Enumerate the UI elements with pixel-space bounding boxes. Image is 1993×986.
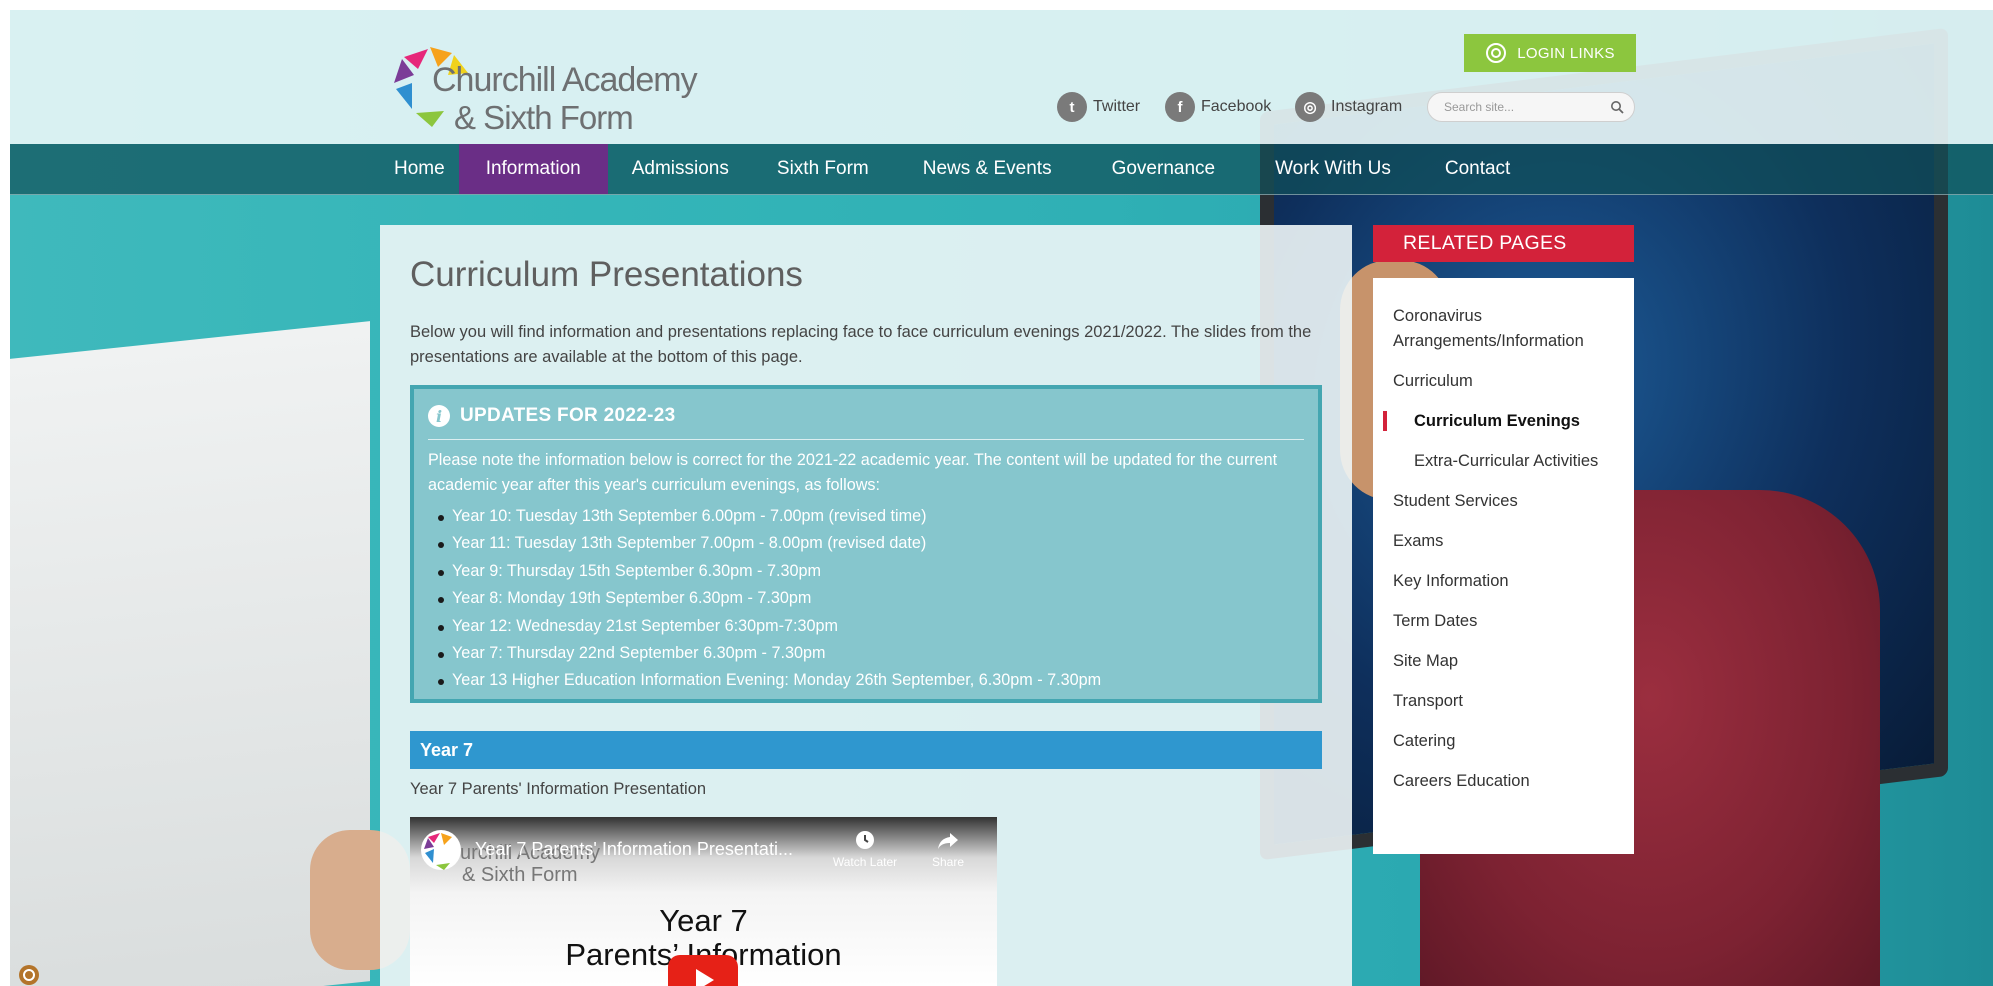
site-header: Churchill Academy & Sixth Form LOGIN LIN… <box>10 10 1993 144</box>
updates-note: Please note the information below is cor… <box>428 451 1278 494</box>
main-content: Curriculum Presentations Below you will … <box>380 225 1352 986</box>
youtube-video-embed[interactable]: urchill Academy & Sixth Form Year 7 Pare… <box>410 817 997 986</box>
sidebar-item-curriculum[interactable]: Curriculum <box>1373 369 1634 394</box>
watch-later-label: Watch Later <box>832 855 898 869</box>
nav-item-governance[interactable]: Governance <box>1082 144 1246 194</box>
list-item: Year 13 Higher Education Information Eve… <box>438 667 1304 694</box>
logo-line-1: Churchill Academy <box>432 61 698 99</box>
updates-box: i UPDATES FOR 2022-23 Please note the in… <box>410 385 1322 703</box>
channel-logo-icon[interactable] <box>420 829 462 871</box>
nav-item-work-with-us[interactable]: Work With Us <box>1245 144 1421 194</box>
nav-item-contact[interactable]: Contact <box>1421 144 1534 194</box>
list-item: Year 8: Monday 19th September 6.30pm - 7… <box>438 585 1304 612</box>
related-pages-menu: Coronavirus Arrangements/Information Cur… <box>1373 278 1634 854</box>
sidebar-item-site-map[interactable]: Site Map <box>1373 649 1634 674</box>
nav-item-sixth-form[interactable]: Sixth Form <box>753 144 893 194</box>
nav-item-news-events[interactable]: News & Events <box>893 144 1082 194</box>
sidebar-item-term-dates[interactable]: Term Dates <box>1373 609 1634 634</box>
nav-item-information[interactable]: Information <box>458 144 608 194</box>
search-box <box>1427 92 1635 122</box>
sidebar-item-key-information[interactable]: Key Information <box>1373 569 1634 594</box>
play-button-icon[interactable] <box>668 955 738 986</box>
updates-title: UPDATES FOR 2022-23 <box>460 405 676 426</box>
search-icon[interactable] <box>1610 100 1624 114</box>
sidebar-item-exams[interactable]: Exams <box>1373 529 1634 554</box>
video-title[interactable]: Year 7 Parents' Information Presentati..… <box>475 839 793 860</box>
updates-list: Year 10: Tuesday 13th September 6.00pm -… <box>438 503 1304 695</box>
share-button[interactable]: Share <box>908 829 988 869</box>
login-links-button[interactable]: LOGIN LINKS <box>1464 34 1636 72</box>
updates-divider <box>428 439 1304 440</box>
video-caption: Year 7 Parents' Information Presentation <box>410 780 707 798</box>
share-icon <box>938 833 958 849</box>
list-item: Year 10: Tuesday 13th September 6.00pm -… <box>438 503 1304 530</box>
login-links-label: LOGIN LINKS <box>1517 44 1615 62</box>
sidebar-item-curriculum-evenings[interactable]: Curriculum Evenings <box>1373 409 1634 434</box>
nav-item-home[interactable]: Home <box>380 144 459 194</box>
year-7-section-header[interactable]: Year 7 <box>410 731 1322 769</box>
intro-text: Below you will find information and pres… <box>410 323 1312 366</box>
nav-item-admissions[interactable]: Admissions <box>608 144 753 194</box>
login-icon <box>1486 43 1507 63</box>
facebook-icon: f <box>1165 92 1195 122</box>
facebook-label: Facebook <box>1201 98 1272 115</box>
page-title: Curriculum Presentations <box>410 255 803 294</box>
watch-later-button[interactable]: Watch Later <box>825 829 905 869</box>
list-item: Year 11: Tuesday 13th September 7.00pm -… <box>438 530 1304 557</box>
twitter-icon: t <box>1057 92 1087 122</box>
info-icon: i <box>428 405 450 427</box>
share-label: Share <box>931 855 965 869</box>
logo-line-2: & Sixth Form <box>454 99 634 136</box>
facebook-link[interactable]: f Facebook <box>1165 92 1271 122</box>
sidebar-item-coronavirus[interactable]: Coronavirus Arrangements/Information <box>1373 304 1634 354</box>
cookie-settings-icon[interactable] <box>18 964 40 986</box>
sidebar-item-extra-curricular[interactable]: Extra-Curricular Activities <box>1373 449 1634 474</box>
instagram-link[interactable]: ◎ Instagram <box>1295 92 1402 122</box>
video-slide-title: Year 7 <box>659 903 748 938</box>
instagram-label: Instagram <box>1331 98 1403 115</box>
sidebar-item-transport[interactable]: Transport <box>1373 689 1634 714</box>
twitter-label: Twitter <box>1093 98 1141 115</box>
twitter-link[interactable]: t Twitter <box>1057 92 1140 122</box>
sidebar-item-catering[interactable]: Catering <box>1373 729 1634 754</box>
sidebar-item-student-services[interactable]: Student Services <box>1373 489 1634 514</box>
clock-icon <box>856 831 874 849</box>
site-logo[interactable]: Churchill Academy & Sixth Form <box>388 35 708 136</box>
list-item: Year 7: Thursday 22nd September 6.30pm -… <box>438 640 1304 667</box>
search-input[interactable] <box>1442 99 1606 115</box>
instagram-icon: ◎ <box>1295 92 1325 122</box>
list-item: Year 9: Thursday 15th September 6.30pm -… <box>438 558 1304 585</box>
list-item: Year 12: Wednesday 21st September 6:30pm… <box>438 613 1304 640</box>
main-navigation: Home Information Admissions Sixth Form N… <box>10 144 1993 195</box>
sidebar-item-careers-education[interactable]: Careers Education <box>1373 769 1634 794</box>
related-pages-heading: RELATED PAGES <box>1373 225 1634 262</box>
